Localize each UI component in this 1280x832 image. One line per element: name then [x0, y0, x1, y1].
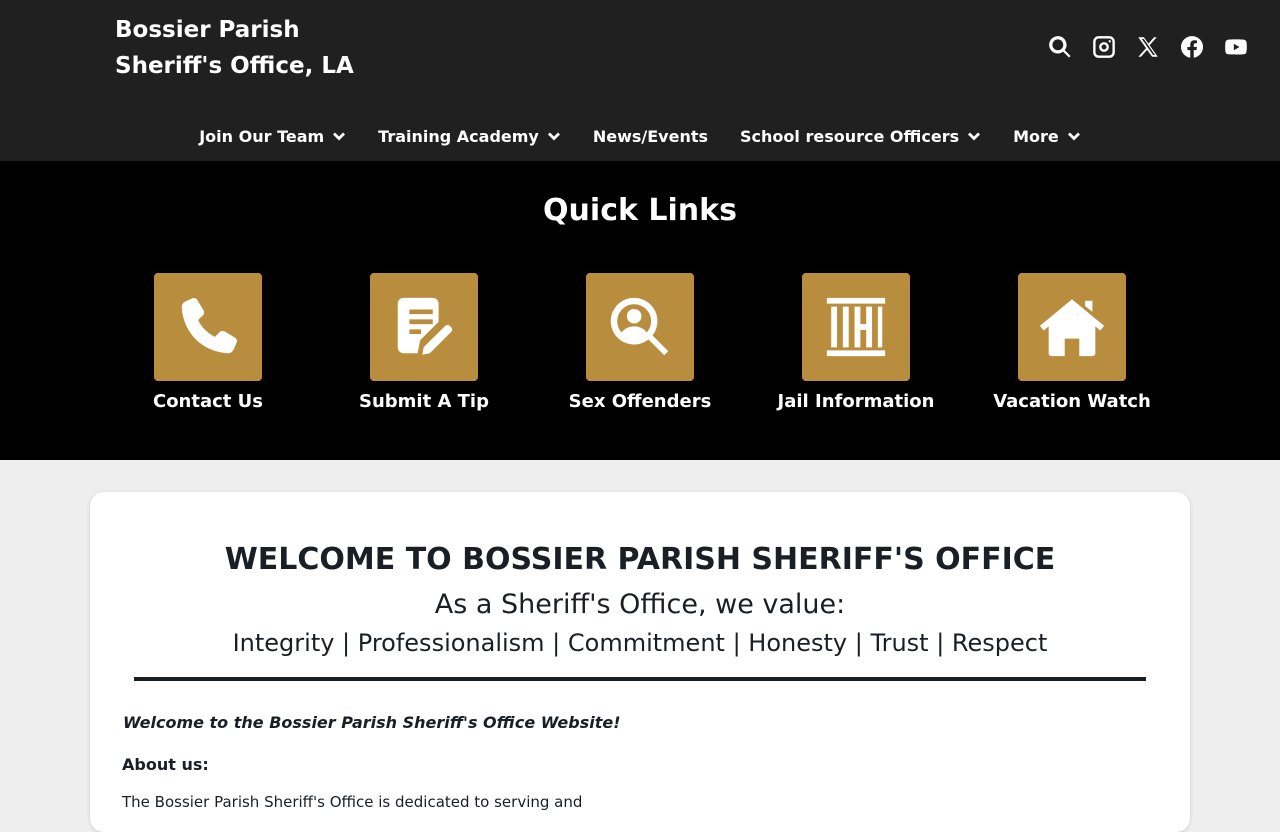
social-links: [1046, 33, 1250, 61]
quick-link-tile: [586, 273, 694, 381]
quick-link-label: Submit A Tip: [359, 391, 489, 412]
nav-news-events[interactable]: News/Events: [577, 118, 724, 154]
quick-link-submit-a-tip[interactable]: Submit A Tip: [316, 273, 532, 412]
nav-training-academy[interactable]: Training Academy: [362, 118, 577, 154]
nav-school-resource-officers[interactable]: School resource Officers: [724, 118, 997, 154]
chevron-down-icon: [968, 132, 981, 141]
x-icon[interactable]: [1134, 33, 1162, 61]
quick-link-tile: [1018, 273, 1126, 381]
welcome-intro: Welcome to the Bossier Parish Sheriff's …: [123, 713, 621, 732]
quick-link-vacation-watch[interactable]: Vacation Watch: [964, 273, 1180, 412]
main-nav: Join Our Team Training Academy News/Even…: [0, 118, 1280, 154]
nav-label: Join Our Team: [199, 126, 325, 146]
nav-label: School resource Officers: [740, 126, 960, 146]
person-search-icon: [610, 297, 669, 356]
nav-label: More: [1013, 126, 1059, 146]
quick-link-tile: [370, 273, 478, 381]
quick-links-title: Quick Links: [543, 193, 737, 228]
quick-link-sex-offenders[interactable]: Sex Offenders: [532, 273, 748, 412]
welcome-subtitle: As a Sheriff's Office, we value:: [434, 589, 846, 620]
house-icon: [1039, 299, 1105, 357]
quick-link-label: Sex Offenders: [568, 391, 712, 412]
instagram-icon[interactable]: [1090, 33, 1118, 61]
values-list: Integrity | Professionalism | Commitment…: [232, 629, 1048, 657]
nav-label: Training Academy: [378, 126, 539, 146]
jail-bars-icon: [826, 297, 886, 357]
search-icon[interactable]: [1046, 33, 1074, 61]
quick-link-tile: [802, 273, 910, 381]
document-edit-icon: [397, 297, 453, 355]
quick-link-label: Jail Information: [777, 391, 935, 412]
divider: [134, 677, 1146, 681]
quick-link-label: Vacation Watch: [993, 391, 1151, 412]
phone-icon: [181, 298, 237, 354]
chevron-down-icon: [1067, 132, 1080, 141]
quick-link-contact-us[interactable]: Contact Us: [100, 273, 316, 412]
quick-link-tile: [154, 273, 262, 381]
quick-link-jail-information[interactable]: Jail Information: [748, 273, 964, 412]
welcome-card: WELCOME TO BOSSIER PARISH SHERIFF'S OFFI…: [90, 492, 1190, 832]
nav-join-our-team[interactable]: Join Our Team: [183, 118, 362, 154]
quick-links-section: Quick Links Contact Us Submit A Tip Sex …: [0, 161, 1280, 460]
nav-more[interactable]: More: [997, 118, 1097, 154]
nav-label: News/Events: [592, 126, 709, 146]
site-title[interactable]: Bossier Parish Sheriff's Office, LA: [115, 12, 354, 84]
site-title-line1: Bossier Parish: [115, 17, 300, 43]
site-title-line2: Sheriff's Office, LA: [115, 53, 354, 79]
youtube-icon[interactable]: [1222, 33, 1250, 61]
facebook-icon[interactable]: [1178, 33, 1206, 61]
quick-link-label: Contact Us: [152, 391, 263, 412]
about-text: The Bossier Parish Sheriff's Office is d…: [122, 793, 583, 811]
site-header: Bossier Parish Sheriff's Office, LA Join…: [0, 0, 1280, 161]
welcome-title: WELCOME TO BOSSIER PARISH SHERIFF'S OFFI…: [224, 542, 1056, 577]
chevron-down-icon: [333, 132, 346, 141]
about-heading: About us:: [122, 755, 209, 774]
chevron-down-icon: [547, 132, 560, 141]
